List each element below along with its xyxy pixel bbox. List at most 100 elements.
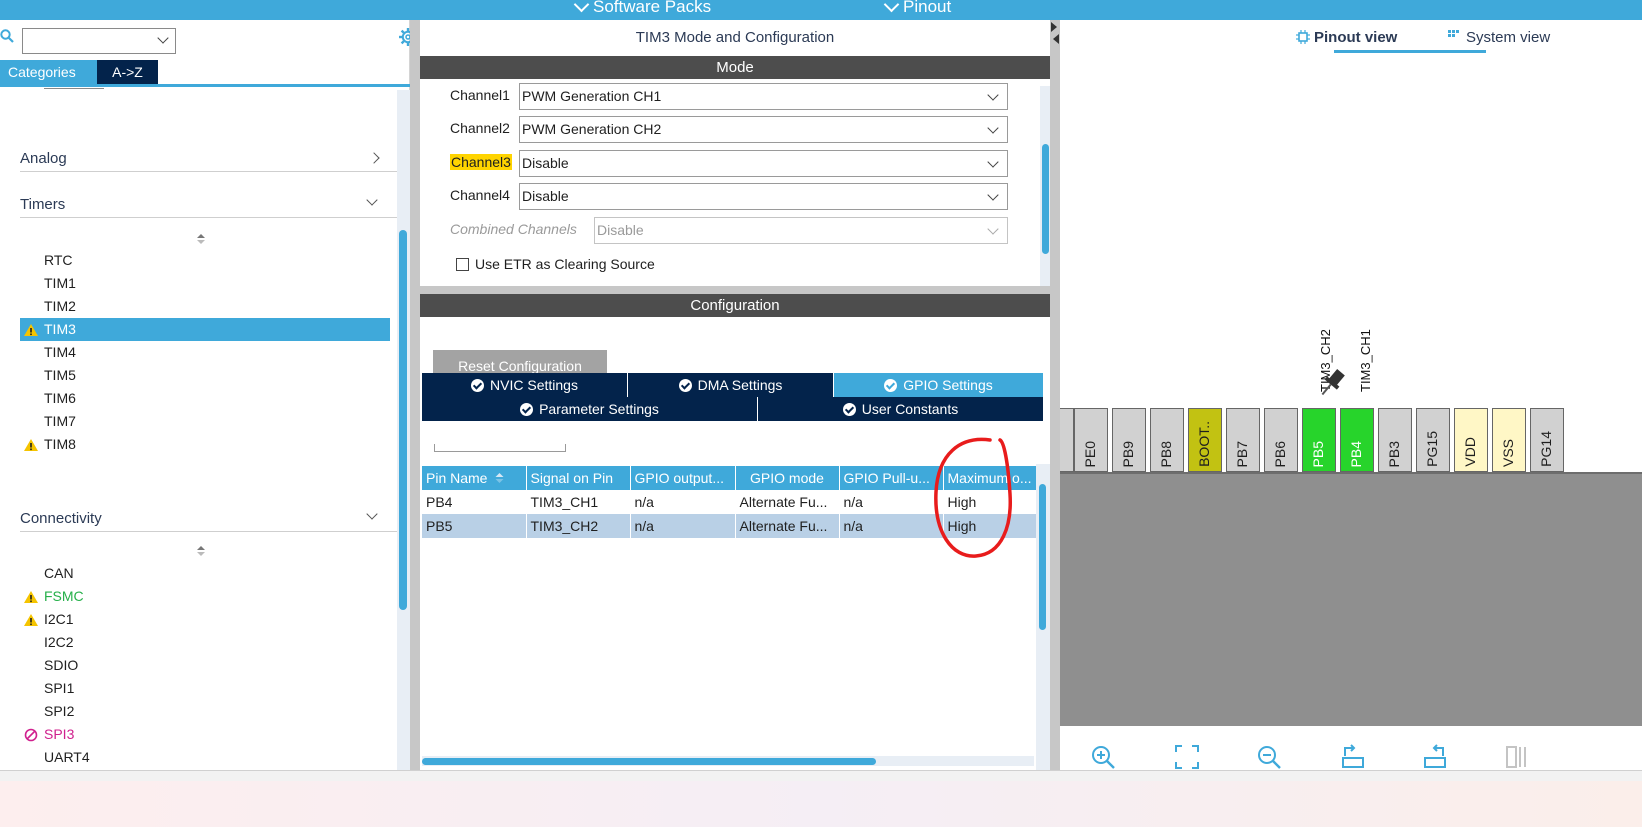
- pin-strip: PE0 PB9 PB8 BOOT.. PB7 PB6 PB5 PB4 PB3 P…: [1060, 408, 1642, 472]
- timer-item-tim2[interactable]: TIM2: [20, 295, 390, 318]
- channel1-select[interactable]: PWM Generation CH1: [519, 83, 1008, 110]
- channel2-select[interactable]: PWM Generation CH2: [519, 116, 1008, 143]
- checkbox-box[interactable]: [456, 258, 469, 271]
- sort-updown-icon[interactable]: [196, 545, 206, 557]
- conn-item-fsmc[interactable]: FSMC: [20, 585, 390, 608]
- sort-updown-icon[interactable]: [196, 233, 206, 245]
- conn-item-can[interactable]: CAN: [20, 562, 390, 585]
- col-gpio-pull[interactable]: GPIO Pull-u...: [839, 466, 944, 490]
- conn-item-i2c1[interactable]: I2C1: [20, 608, 390, 631]
- col-signal-on-pin[interactable]: Signal on Pin: [526, 466, 631, 490]
- warning-icon: [24, 614, 38, 626]
- conn-item-uart4[interactable]: UART4: [20, 746, 390, 769]
- timer-item-tim6[interactable]: TIM6: [20, 387, 390, 410]
- pinout-panel: Pinout view System view TIM3_CH2 TIM3_CH…: [1060, 20, 1642, 806]
- system-view-icon: [1448, 30, 1459, 37]
- channel3-select[interactable]: Disable: [519, 150, 1008, 177]
- pinout-menu[interactable]: Pinout: [883, 0, 951, 17]
- etr-clearing-checkbox[interactable]: Use ETR as Clearing Source: [456, 256, 655, 272]
- tab-categories[interactable]: Categories: [0, 60, 97, 84]
- section-connectivity[interactable]: Connectivity: [20, 504, 400, 532]
- channel1-value: PWM Generation CH1: [522, 88, 662, 104]
- left-scrollbar[interactable]: [397, 90, 410, 776]
- top-menu-bar: Software Packs Pinout: [0, 0, 1642, 20]
- search-combobox[interactable]: [22, 28, 176, 54]
- conn-item-spi3[interactable]: SPI3: [20, 723, 390, 746]
- pin-vdd[interactable]: VDD: [1454, 408, 1488, 472]
- pin-pb9[interactable]: PB9: [1112, 408, 1146, 472]
- chevron-down-icon: [987, 122, 999, 134]
- timer-item-tim8[interactable]: TIM8: [20, 433, 390, 456]
- col-gpio-mode[interactable]: GPIO mode: [735, 466, 840, 490]
- section-splitter[interactable]: [420, 286, 1050, 294]
- search-icon[interactable]: [0, 29, 14, 43]
- pin-pb7[interactable]: PB7: [1226, 408, 1260, 472]
- table-horizontal-scrollbar[interactable]: [422, 756, 1034, 766]
- timer-item-tim3[interactable]: TIM3: [20, 318, 390, 341]
- tab-user-constants[interactable]: User Constants: [758, 397, 1044, 421]
- conn-item-sdio[interactable]: SDIO: [20, 654, 390, 677]
- tab-gpio-settings[interactable]: GPIO Settings: [834, 373, 1044, 397]
- channel2-label: Channel2: [450, 120, 510, 136]
- pin-pb4[interactable]: PB4: [1340, 408, 1374, 472]
- tab-nvic-settings[interactable]: NVIC Settings: [422, 373, 628, 397]
- section-timers[interactable]: Timers: [20, 190, 400, 218]
- split-view-icon[interactable]: [1504, 744, 1530, 770]
- timer-item-tim4[interactable]: TIM4: [20, 341, 390, 364]
- tab-system-view[interactable]: System view: [1448, 29, 1550, 46]
- conn-item-spi1[interactable]: SPI1: [20, 677, 390, 700]
- conn-item-fsmc-label: FSMC: [44, 588, 84, 604]
- cell-output: n/a: [630, 514, 736, 538]
- tab-pinout-view[interactable]: Pinout view: [1296, 29, 1397, 46]
- category-tabs: Categories A->Z: [0, 60, 158, 84]
- categories-panel: Categories A->Z Analog Timers RTC TIM1 T…: [0, 20, 417, 806]
- tab-a-to-z[interactable]: A->Z: [97, 60, 158, 84]
- mode-scrollbar[interactable]: [1040, 86, 1050, 300]
- chevron-down-icon: [883, 0, 900, 12]
- zoom-out-icon[interactable]: [1256, 744, 1282, 770]
- view-tabs: Pinout view System view: [1060, 20, 1642, 56]
- pin-vss[interactable]: VSS: [1492, 408, 1526, 472]
- pin-pb6[interactable]: PB6: [1264, 408, 1298, 472]
- pin-pe0-label: PE0: [1082, 440, 1098, 467]
- rotate-right-icon[interactable]: [1340, 744, 1366, 770]
- zoom-in-icon[interactable]: [1090, 744, 1116, 770]
- splitter-left[interactable]: [410, 20, 420, 806]
- channel4-select[interactable]: Disable: [519, 183, 1008, 210]
- mode-scroll-thumb[interactable]: [1042, 144, 1049, 254]
- table-vscroll-thumb[interactable]: [1039, 484, 1046, 630]
- software-packs-menu[interactable]: Software Packs: [573, 0, 711, 17]
- pin-pb3[interactable]: PB3: [1378, 408, 1412, 472]
- tab-dma-settings[interactable]: DMA Settings: [628, 373, 834, 397]
- section-analog[interactable]: Analog: [20, 144, 400, 172]
- pin-pg14[interactable]: PG14: [1530, 408, 1564, 472]
- timer-item-tim5[interactable]: TIM5: [20, 364, 390, 387]
- rotate-left-icon[interactable]: [1422, 744, 1448, 770]
- table-vertical-scrollbar[interactable]: [1036, 464, 1050, 778]
- left-scroll-thumb[interactable]: [399, 230, 407, 610]
- fit-screen-icon[interactable]: [1174, 744, 1200, 770]
- col-pin-name[interactable]: Pin Name: [422, 466, 527, 490]
- timer-item-rtc[interactable]: RTC: [20, 249, 390, 272]
- pin-pb5-label: PB5: [1310, 440, 1326, 467]
- pin-pb5[interactable]: PB5: [1302, 408, 1336, 472]
- pinout-view-label: Pinout view: [1314, 29, 1398, 46]
- splitter-right[interactable]: [1050, 20, 1060, 806]
- timer-item-tim7[interactable]: TIM7: [20, 410, 390, 433]
- cell-mode: Alternate Fu...: [735, 490, 840, 514]
- pin-pe0[interactable]: PE0: [1074, 408, 1108, 472]
- pin-pb8[interactable]: PB8: [1150, 408, 1184, 472]
- conn-item-i2c2[interactable]: I2C2: [20, 631, 390, 654]
- pin-pg15[interactable]: PG15: [1416, 408, 1450, 472]
- collapse-arrow-icon[interactable]: [1051, 22, 1057, 32]
- combined-channels-select[interactable]: Disable: [594, 217, 1008, 244]
- table-hscroll-thumb[interactable]: [422, 758, 876, 765]
- pin-boot[interactable]: BOOT..: [1188, 408, 1222, 472]
- conn-item-spi2[interactable]: SPI2: [20, 700, 390, 723]
- timer-item-tim3-label: TIM3: [44, 321, 76, 337]
- timer-item-tim1[interactable]: TIM1: [20, 272, 390, 295]
- col-gpio-output[interactable]: GPIO output...: [630, 466, 736, 490]
- tab-parameter-settings[interactable]: Parameter Settings: [422, 397, 758, 421]
- active-view-underline: [1334, 50, 1486, 53]
- expand-arrow-icon[interactable]: [1053, 34, 1059, 44]
